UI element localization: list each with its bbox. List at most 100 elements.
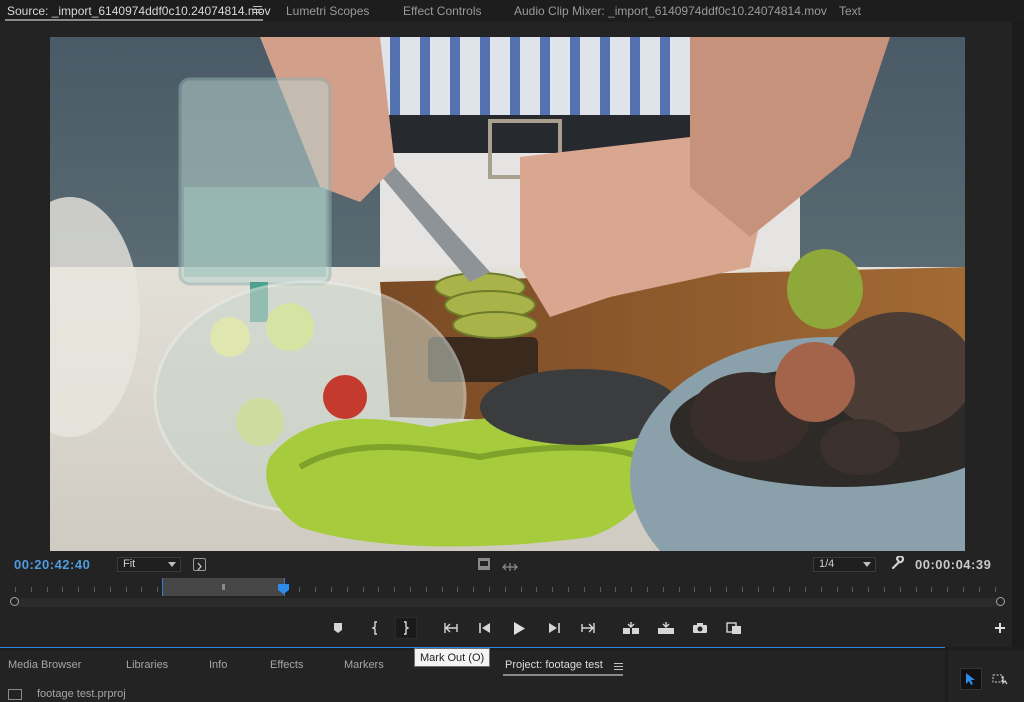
tab-source[interactable]: Source: _import_6140974ddf0c10.24074814.… <box>7 4 271 18</box>
tab-markers[interactable]: Markers <box>344 659 384 671</box>
play-icon <box>514 621 525 635</box>
playback-resolution-value: 1/4 <box>819 558 835 570</box>
ruler-tick <box>631 587 633 592</box>
mark-out-button[interactable] <box>395 617 417 639</box>
ruler-tick <box>331 587 332 592</box>
drag-video-icon[interactable] <box>502 559 518 571</box>
add-button-plus[interactable] <box>989 617 1011 639</box>
monitor-scrollbar[interactable] <box>1013 22 1024 647</box>
ruler-tick <box>757 587 759 592</box>
ruler-tick <box>504 587 506 592</box>
ruler-tick <box>94 587 95 592</box>
video-preview-image <box>50 37 965 551</box>
in-point-marker[interactable] <box>162 578 163 596</box>
zoom-scroll-bar[interactable] <box>15 598 1001 607</box>
ruler-tick <box>583 587 585 592</box>
ruler-tick <box>441 587 443 592</box>
ruler-tick <box>394 587 396 592</box>
panel-menu-icon[interactable] <box>614 661 623 670</box>
tab-audio-clip-mixer[interactable]: Audio Clip Mixer: _import_6140974ddf0c10… <box>514 4 827 18</box>
zoom-level-select[interactable]: Fit <box>117 557 181 572</box>
mark-out-icon <box>404 621 410 635</box>
clip-marker <box>222 584 225 590</box>
button-editor-icon <box>726 622 741 634</box>
ruler-tick <box>726 587 727 592</box>
ruler-tick <box>346 587 348 592</box>
ruler-tick <box>62 587 64 592</box>
insert-button[interactable] <box>620 617 642 639</box>
ruler-tick <box>947 587 949 592</box>
step-forward-icon <box>549 623 560 633</box>
ruler-tick <box>773 587 775 592</box>
camera-icon <box>693 623 707 633</box>
ruler-tick <box>884 587 885 592</box>
tab-libraries[interactable]: Libraries <box>126 659 168 671</box>
mark-in-icon <box>371 621 377 635</box>
ruler-tick <box>978 587 980 592</box>
settings-toggle-icon[interactable] <box>193 558 206 571</box>
panel-menu-icon[interactable] <box>253 4 262 13</box>
chevron-down-icon <box>168 562 176 567</box>
go-to-in-button[interactable] <box>440 617 462 639</box>
ruler-tick <box>536 587 538 592</box>
ruler-tick <box>425 587 427 592</box>
ruler-tick <box>315 587 317 592</box>
ruler-tick <box>852 587 854 592</box>
ruler-tick <box>489 587 490 592</box>
tab-media-browser[interactable]: Media Browser <box>8 659 81 671</box>
ruler-tick <box>473 587 475 592</box>
premiere-window: Source: _import_6140974ddf0c10.24074814.… <box>0 0 1024 702</box>
ruler-tick <box>46 587 48 592</box>
ruler-tick <box>662 587 664 592</box>
ruler-tick <box>915 587 917 592</box>
go-to-out-icon <box>581 623 595 633</box>
arrow-cursor-icon <box>966 673 975 685</box>
play-button[interactable] <box>508 617 530 639</box>
tab-effects[interactable]: Effects <box>270 659 303 671</box>
current-timecode[interactable]: 00:20:42:40 <box>14 557 90 572</box>
ruler-tick <box>647 587 648 592</box>
ruler-tick <box>378 587 380 592</box>
zoom-handle-left[interactable] <box>10 597 19 606</box>
ruler-tick <box>868 587 870 592</box>
safe-margins-icon[interactable] <box>478 558 490 570</box>
track-select-icon <box>992 674 1008 685</box>
chevron-down-icon <box>863 562 871 567</box>
export-frame-button[interactable] <box>689 617 711 639</box>
overwrite-button[interactable] <box>655 617 677 639</box>
video-frame <box>50 37 965 551</box>
ruler-tick <box>520 587 522 592</box>
tab-lumetri-scopes[interactable]: Lumetri Scopes <box>286 4 369 18</box>
duration-timecode: 00:00:04:39 <box>915 557 992 572</box>
ruler-tick <box>141 587 143 592</box>
playback-resolution-select[interactable]: 1/4 <box>813 557 876 572</box>
selection-tool-button[interactable] <box>960 668 982 690</box>
ruler-tick <box>30 587 32 592</box>
ruler-tick <box>109 587 111 592</box>
panel-tab-bar: Source: _import_6140974ddf0c10.24074814.… <box>0 0 1024 22</box>
tab-project[interactable]: Project: footage test <box>505 659 603 671</box>
ruler-tick <box>552 587 554 592</box>
step-back-icon <box>479 623 490 633</box>
add-marker-button[interactable] <box>327 617 349 639</box>
track-select-tool-button[interactable] <box>990 668 1012 690</box>
tab-text[interactable]: Text <box>839 4 861 18</box>
tab-info[interactable]: Info <box>209 659 227 671</box>
project-file-name[interactable]: footage test.prproj <box>37 688 126 700</box>
step-forward-button[interactable] <box>543 617 565 639</box>
zoom-level-value: Fit <box>123 558 136 570</box>
zoom-handle-right[interactable] <box>996 597 1005 606</box>
ruler-tick <box>362 587 364 592</box>
ruler-tick <box>694 587 696 592</box>
mark-in-button[interactable] <box>364 617 386 639</box>
wrench-icon[interactable] <box>890 555 905 571</box>
ruler-tick <box>963 587 964 592</box>
ruler-tick <box>741 587 743 592</box>
go-to-out-button[interactable] <box>577 617 599 639</box>
button-editor-button[interactable] <box>723 617 745 639</box>
step-back-button[interactable] <box>474 617 496 639</box>
overwrite-icon <box>658 622 674 634</box>
marker-icon <box>334 623 342 633</box>
tab-effect-controls[interactable]: Effect Controls <box>403 4 481 18</box>
ruler-tick <box>157 587 159 592</box>
